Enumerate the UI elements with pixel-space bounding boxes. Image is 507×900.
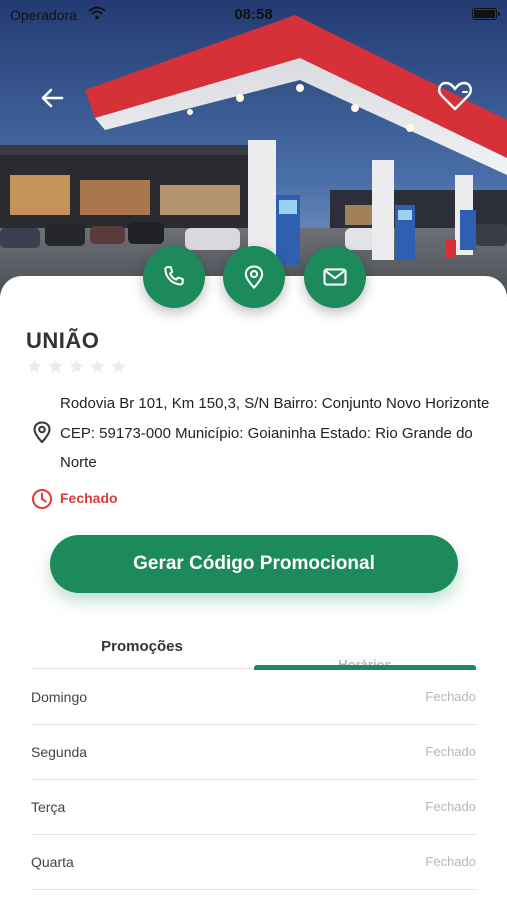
open-status: Fechado — [60, 490, 118, 506]
clock-icon — [32, 489, 52, 509]
generate-promo-code-button[interactable]: Gerar Código Promocional — [50, 535, 458, 593]
arrow-left-icon — [41, 88, 64, 108]
tab-bar: Promoções Horários — [31, 630, 476, 672]
schedule-list: Domingo Fechado Segunda Fechado Terça Fe… — [31, 670, 476, 890]
schedule-row: Domingo Fechado — [31, 670, 476, 725]
star-icon — [27, 359, 42, 373]
schedule-hours: Fechado — [425, 854, 476, 869]
station-name: UNIÃO — [26, 328, 100, 353]
rating-stars — [26, 358, 127, 375]
schedule-hours: Fechado — [425, 744, 476, 759]
schedule-day: Quarta — [31, 854, 74, 870]
schedule-row: Quarta Fechado — [31, 835, 476, 890]
star-icon — [90, 359, 105, 373]
map-button[interactable] — [223, 246, 285, 308]
favorite-button[interactable] — [436, 78, 474, 114]
location-icon — [33, 421, 51, 444]
schedule-row: Terça Fechado — [31, 780, 476, 835]
battery-icon — [472, 8, 500, 20]
schedule-day: Domingo — [31, 689, 88, 705]
map-pin-icon — [244, 265, 264, 289]
schedule-row: Segunda Fechado — [31, 725, 476, 780]
star-icon — [69, 359, 84, 373]
schedule-hours: Fechado — [425, 799, 476, 814]
mail-icon — [323, 268, 347, 286]
email-button[interactable] — [304, 246, 366, 308]
call-button[interactable] — [143, 246, 205, 308]
star-icon — [111, 359, 126, 373]
status-time: 08:58 — [234, 6, 273, 23]
back-button[interactable] — [34, 80, 70, 116]
schedule-day: Segunda — [31, 744, 88, 760]
phone-icon — [164, 266, 184, 286]
schedule-day: Terça — [31, 799, 66, 815]
status-bar: Operadora 08:58 — [0, 0, 507, 30]
tab-promocoes[interactable]: Promoções — [31, 630, 253, 670]
heart-outline-icon — [438, 81, 472, 111]
station-address: Rodovia Br 101, Km 150,3, S/N Bairro: Co… — [60, 395, 490, 471]
star-icon — [48, 359, 63, 373]
schedule-hours: Fechado — [425, 689, 476, 704]
